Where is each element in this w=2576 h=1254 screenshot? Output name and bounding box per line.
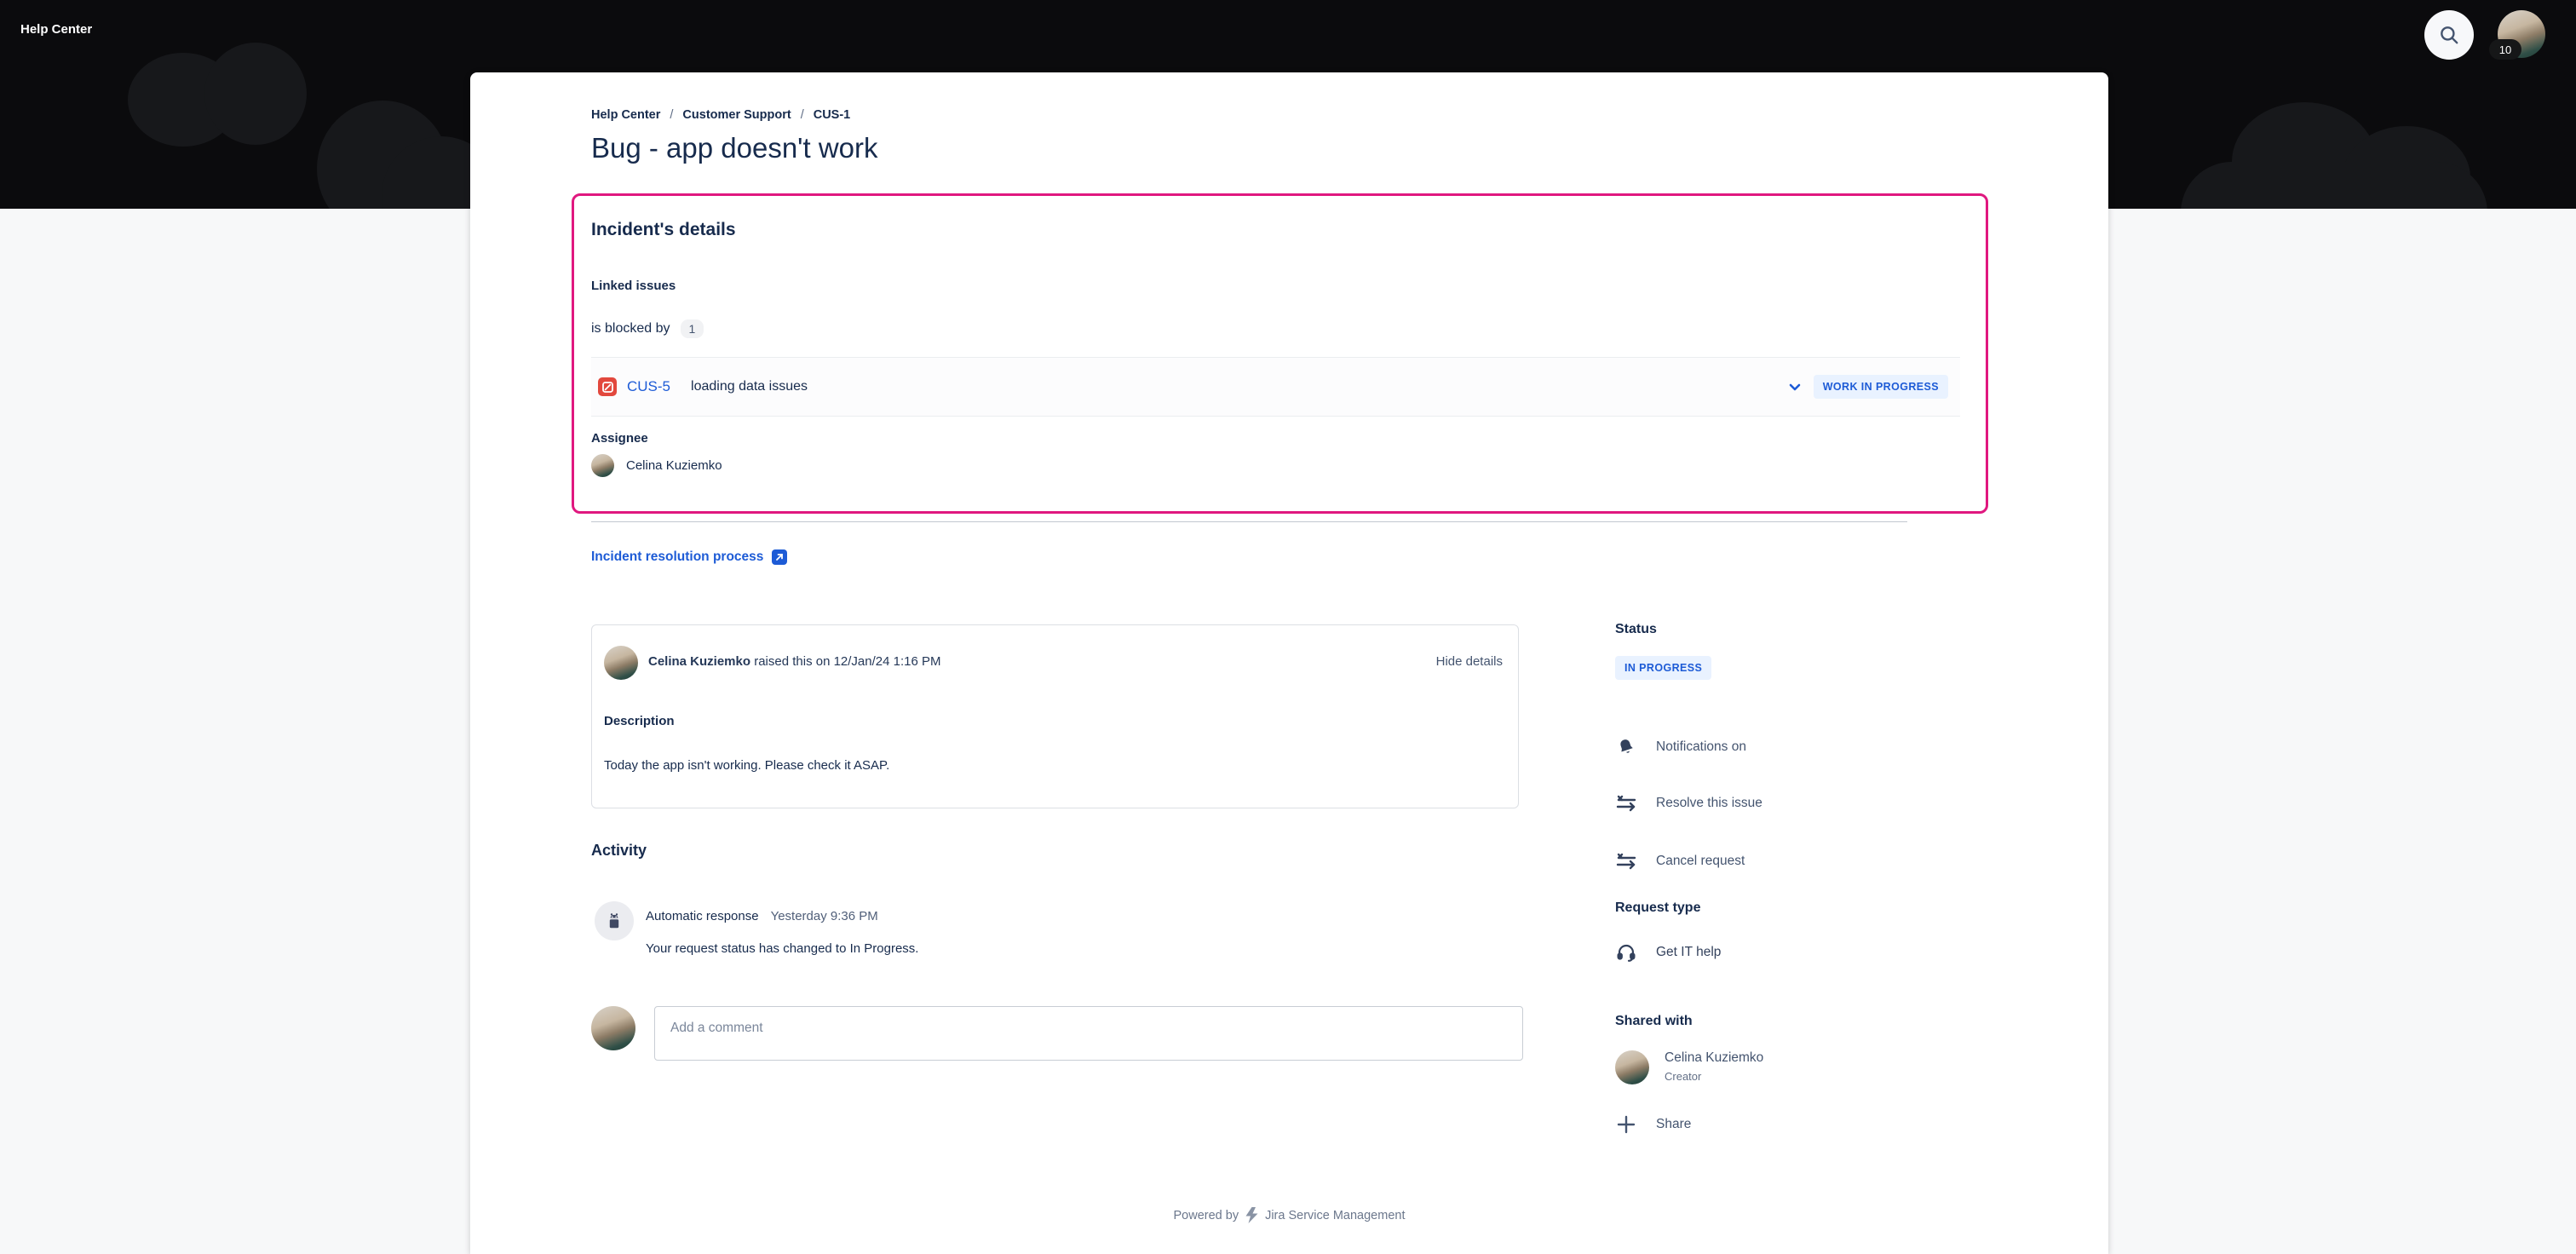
request-type-row: Get IT help (1615, 941, 1721, 964)
notifications-toggle[interactable]: Notifications on (1615, 737, 1746, 757)
shared-person-avatar (1615, 1050, 1649, 1084)
powered-by-footer: Powered by Jira Service Management (470, 1207, 2108, 1223)
shared-person-row: Celina Kuziemko Creator (1615, 1050, 1763, 1084)
hide-details-button[interactable]: Hide details (1436, 654, 1503, 669)
request-type-value: Get IT help (1656, 945, 1721, 960)
request-type-heading: Request type (1615, 900, 1700, 916)
reporter-avatar (604, 646, 638, 680)
search-icon (2438, 24, 2460, 46)
description-heading: Description (604, 714, 675, 728)
headphones-icon (1615, 941, 1637, 964)
jsm-bolt-logo-icon (1245, 1207, 1259, 1223)
linked-issue-key[interactable]: CUS-5 (627, 378, 670, 395)
breadcrumb-customer-support[interactable]: Customer Support (682, 108, 791, 122)
powered-by-text: Powered by (1174, 1209, 1239, 1222)
assignee-name: Celina Kuziemko (626, 458, 722, 473)
raised-text: raised this on 12/Jan/24 1:16 PM (750, 654, 940, 669)
plus-icon (1615, 1113, 1637, 1136)
request-details-card: Celina Kuziemko raised this on 12/Jan/24… (591, 624, 1519, 808)
share-label: Share (1656, 1117, 1691, 1132)
link-relation-row: is blocked by 1 (591, 319, 704, 338)
cloud-shape (204, 43, 307, 145)
activity-item-header: Automatic response Yesterday 9:36 PM (646, 909, 878, 923)
transfer-icon (1615, 850, 1637, 872)
bell-icon (1615, 737, 1637, 757)
breadcrumb-separator: / (670, 108, 673, 122)
incident-resolution-link[interactable]: Incident resolution process (591, 549, 787, 565)
breadcrumb-current: CUS-1 (814, 108, 851, 122)
robot-icon (604, 911, 624, 931)
page-title: Bug - app doesn't work (591, 132, 878, 164)
shared-person-name: Celina Kuziemko (1665, 1050, 1763, 1066)
add-comment-input[interactable] (654, 1006, 1523, 1061)
notification-count-badge: 10 (2489, 39, 2521, 60)
commenter-avatar (591, 1006, 635, 1050)
assignee-avatar (591, 454, 614, 477)
request-page-card: Help Center / Customer Support / CUS-1 B… (470, 72, 2108, 1254)
linked-issues-heading: Linked issues (591, 279, 676, 293)
shared-person-role: Creator (1665, 1070, 1763, 1083)
shared-with-heading: Shared with (1615, 1014, 1693, 1029)
reporter-name: Celina Kuziemko (648, 654, 750, 669)
incident-resolution-link-label: Incident resolution process (591, 549, 763, 565)
linked-issue-summary: loading data issues (691, 379, 808, 394)
assignee-row: Celina Kuziemko (591, 454, 722, 477)
relation-count-badge: 1 (681, 319, 704, 338)
activity-heading: Activity (591, 842, 647, 860)
cancel-request-action[interactable]: Cancel request (1615, 850, 1745, 872)
breadcrumb: Help Center / Customer Support / CUS-1 (591, 108, 850, 122)
breadcrumb-help-center[interactable]: Help Center (591, 108, 660, 122)
share-button[interactable]: Share (1615, 1113, 1691, 1136)
incident-details-heading: Incident's details (591, 220, 736, 240)
description-text: Today the app isn't working. Please chec… (604, 758, 889, 773)
request-sidebar: Status IN PROGRESS Notifications on Reso… (1615, 72, 2092, 1254)
transfer-icon (1615, 792, 1637, 814)
activity-author: Automatic response (646, 909, 759, 923)
external-link-icon (772, 549, 787, 565)
resolve-issue-action[interactable]: Resolve this issue (1615, 792, 1762, 814)
search-button[interactable] (2424, 10, 2474, 60)
incident-type-icon (598, 377, 617, 396)
helpcenter-title: Help Center (20, 22, 92, 37)
cloud-shape (2181, 162, 2487, 209)
breadcrumb-separator: / (801, 108, 804, 122)
automation-avatar (595, 901, 634, 940)
product-name-text: Jira Service Management (1265, 1209, 1405, 1222)
notifications-label: Notifications on (1656, 739, 1746, 755)
activity-message: Your request status has changed to In Pr… (646, 941, 918, 956)
raised-by-line: Celina Kuziemko raised this on 12/Jan/24… (648, 654, 941, 669)
activity-timestamp: Yesterday 9:36 PM (771, 909, 878, 923)
status-heading: Status (1615, 622, 1657, 637)
status-lozenge: IN PROGRESS (1615, 656, 1711, 680)
relation-label: is blocked by (591, 321, 670, 337)
assignee-heading: Assignee (591, 431, 648, 446)
resolve-issue-label: Resolve this issue (1656, 796, 1762, 811)
cancel-request-label: Cancel request (1656, 854, 1745, 869)
